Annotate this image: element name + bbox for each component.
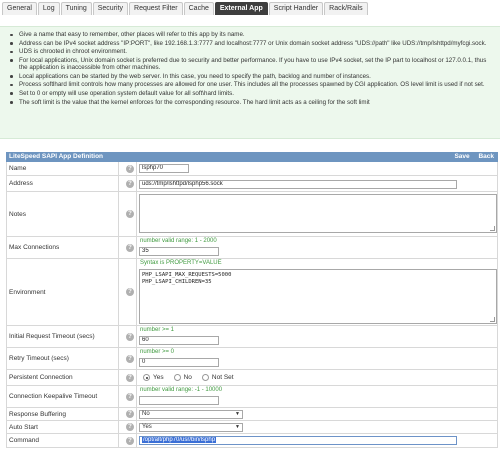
persistent-connection-label: Persistent Connection: [7, 370, 119, 385]
tab-log[interactable]: Log: [37, 2, 60, 15]
environment-hint: Syntax is PROPERTY=VALUE: [140, 260, 222, 266]
info-item: Set to 0 or empty will use operation sys…: [8, 90, 494, 97]
response-buffering-label: Response Buffering: [7, 408, 119, 420]
tab-general[interactable]: General: [2, 2, 37, 15]
back-button[interactable]: Back: [478, 153, 494, 160]
tab-script-handler[interactable]: Script Handler: [268, 2, 324, 15]
info-item: UDS is chrooted in chroot environment.: [8, 48, 494, 55]
info-item: Give a name that easy to remember, other…: [8, 31, 494, 38]
tab-tuning[interactable]: Tuning: [60, 2, 92, 15]
name-label: Name: [7, 162, 119, 175]
radio-yes[interactable]: Yes: [143, 374, 164, 381]
tab-bar: General Log Tuning Security Request Filt…: [2, 2, 368, 15]
resize-grip-icon[interactable]: [490, 226, 495, 231]
row-notes: Notes ?: [6, 192, 498, 237]
chevron-down-icon: ▼: [235, 424, 240, 430]
radio-not-set[interactable]: Not Set: [201, 374, 234, 381]
help-icon[interactable]: ?: [126, 410, 134, 418]
help-icon[interactable]: ?: [126, 165, 134, 173]
env-line: PHP_LSAPI_CHILDREN=35: [142, 279, 212, 285]
info-item: For local applications, Unix domain sock…: [8, 57, 494, 72]
row-response-buffering: Response Buffering ? No ▼: [6, 408, 498, 421]
environment-label: Environment: [7, 259, 119, 325]
help-icon[interactable]: ?: [126, 423, 134, 431]
tab-external-app[interactable]: External App: [214, 2, 268, 15]
row-initial-timeout: Initial Request Timeout (secs) ? number …: [6, 326, 498, 348]
environment-textarea[interactable]: PHP_LSAPI_MAX_REQUESTS=5000 PHP_LSAPI_CH…: [139, 269, 497, 324]
row-max-connections: Max Connections ? number valid range: 1 …: [6, 237, 498, 259]
retry-timeout-hint: number >= 0: [140, 349, 175, 355]
row-persistent-connection: Persistent Connection ? Yes No Not Set: [6, 370, 498, 386]
save-button[interactable]: Save: [454, 153, 469, 160]
row-retry-timeout: Retry Timeout (secs) ? number >= 0 0: [6, 348, 498, 370]
panel-header: LiteSpeed SAPI App Definition Save Back: [6, 152, 498, 162]
radio-unchecked-icon[interactable]: [173, 374, 181, 381]
row-name: Name ? lsphp70: [6, 162, 498, 176]
panel-title: LiteSpeed SAPI App Definition: [9, 153, 104, 160]
help-icon[interactable]: ?: [126, 437, 134, 445]
name-field[interactable]: lsphp70: [139, 164, 189, 173]
max-connections-field[interactable]: 35: [139, 247, 219, 256]
info-item: Process softlhard limit controls how man…: [8, 81, 494, 88]
help-icon[interactable]: ?: [126, 210, 134, 218]
response-buffering-select[interactable]: No ▼: [139, 410, 243, 419]
tab-rack-rails[interactable]: Rack/Rails: [324, 2, 368, 15]
row-keepalive-timeout: Connection Keepalive Timeout ? number va…: [6, 386, 498, 408]
info-item: Address can be IPv4 socket address "IP:P…: [8, 40, 494, 47]
row-address: Address ? uds://tmp/lshttpd/lsphp56.sock: [6, 176, 498, 192]
tab-security[interactable]: Security: [92, 2, 129, 15]
keepalive-timeout-hint: number valid range: -1 - 10000: [140, 387, 223, 393]
notes-textarea[interactable]: [139, 194, 497, 233]
keepalive-timeout-field[interactable]: [139, 396, 219, 405]
initial-timeout-hint: number >= 1: [140, 327, 175, 333]
help-info-box: Give a name that easy to remember, other…: [0, 26, 500, 139]
row-command: Command ? /opt/alt/php70/usr/bin/lsphp: [6, 434, 498, 448]
retry-timeout-field[interactable]: 0: [139, 358, 219, 367]
help-icon[interactable]: ?: [126, 333, 134, 341]
chevron-down-icon: ▼: [235, 411, 240, 417]
persistent-radio-group: Yes No Not Set: [143, 374, 234, 381]
max-connections-label: Max Connections: [7, 237, 119, 258]
resize-grip-icon[interactable]: [490, 317, 495, 322]
help-icon[interactable]: ?: [126, 393, 134, 401]
info-item: The soft limit is the value that the ker…: [8, 99, 494, 106]
help-icon[interactable]: ?: [126, 244, 134, 252]
max-connections-hint: number valid range: 1 - 2000: [140, 238, 217, 244]
initial-timeout-label: Initial Request Timeout (secs): [7, 326, 119, 347]
address-label: Address: [7, 176, 119, 191]
address-field[interactable]: uds://tmp/lshttpd/lsphp56.sock: [139, 180, 457, 189]
tab-cache[interactable]: Cache: [183, 2, 214, 15]
radio-no[interactable]: No: [173, 374, 192, 381]
notes-label: Notes: [7, 192, 119, 236]
info-item: Local applications can be started by the…: [8, 73, 494, 80]
command-field[interactable]: /opt/alt/php70/usr/bin/lsphp: [139, 436, 457, 445]
tab-request-filter[interactable]: Request Filter: [129, 2, 183, 15]
keepalive-timeout-label: Connection Keepalive Timeout: [7, 386, 119, 407]
auto-start-label: Auto Start: [7, 421, 119, 433]
help-icon[interactable]: ?: [126, 355, 134, 363]
radio-checked-icon[interactable]: [143, 374, 150, 381]
command-label: Command: [7, 434, 119, 447]
panel-actions: Save Back: [447, 152, 494, 162]
row-auto-start: Auto Start ? Yes ▼: [6, 421, 498, 434]
command-value: /opt/alt/php70/usr/bin/lsphp: [142, 437, 217, 443]
env-line: PHP_LSAPI_MAX_REQUESTS=5000: [142, 272, 232, 278]
help-icon[interactable]: ?: [126, 374, 134, 382]
radio-unchecked-icon[interactable]: [201, 374, 209, 381]
retry-timeout-label: Retry Timeout (secs): [7, 348, 119, 369]
help-icon[interactable]: ?: [126, 180, 134, 188]
initial-timeout-field[interactable]: 60: [139, 336, 219, 345]
help-icon[interactable]: ?: [126, 288, 134, 296]
auto-start-select[interactable]: Yes ▼: [139, 423, 243, 432]
app-definition-panel: LiteSpeed SAPI App Definition Save Back …: [6, 152, 498, 448]
row-environment: Environment ? Syntax is PROPERTY=VALUE P…: [6, 259, 498, 326]
